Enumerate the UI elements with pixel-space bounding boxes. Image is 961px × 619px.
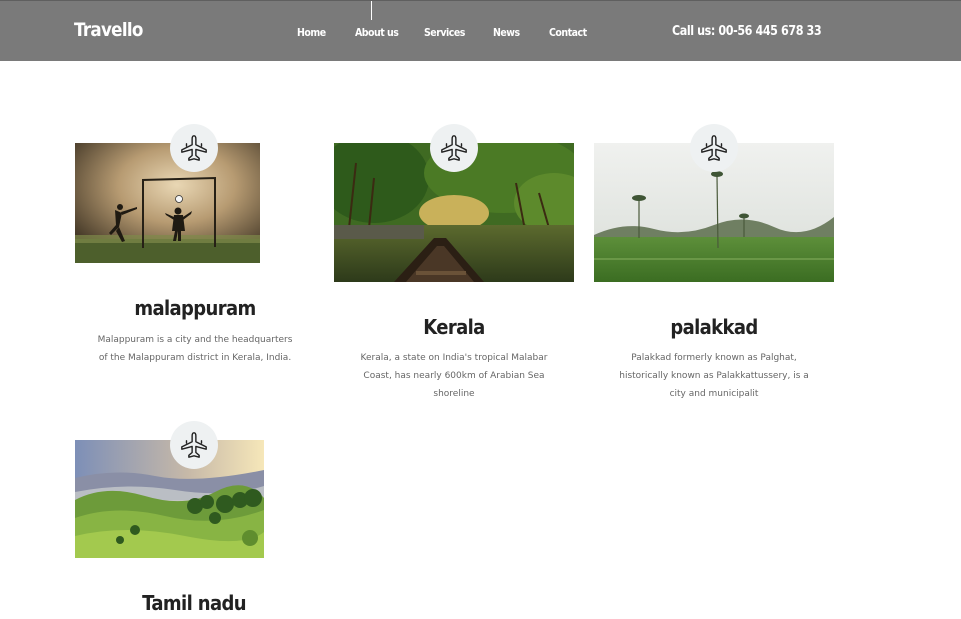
nav-news[interactable]: News (493, 26, 520, 39)
brand-logo[interactable]: Travello (74, 19, 143, 41)
destination-title[interactable]: Tamil nadu (104, 591, 284, 615)
airplane-icon (690, 124, 738, 172)
airplane-icon (170, 421, 218, 469)
nav-contact[interactable]: Contact (549, 26, 587, 39)
top-navbar: Travello Home About us Services News Con… (0, 0, 961, 61)
destination-title[interactable]: malappuram (105, 296, 285, 320)
destination-description: Palakkad formerly known as Palghat, hist… (619, 353, 809, 399)
airplane-icon (430, 124, 478, 172)
nav-services[interactable]: Services (424, 26, 465, 39)
nav-active-indicator (371, 1, 372, 20)
airplane-icon (170, 124, 218, 172)
destination-title[interactable]: Kerala (364, 315, 544, 339)
call-us-phone[interactable]: Call us: 00-56 445 678 33 (672, 24, 822, 39)
nav-about-us[interactable]: About us (355, 26, 399, 39)
nav-home[interactable]: Home (297, 26, 326, 39)
destination-title[interactable]: palakkad (624, 315, 804, 339)
destination-description: Kerala, a state on India's tropical Mala… (360, 353, 548, 399)
destination-image-football-field[interactable] (75, 143, 260, 263)
destination-description: Malappuram is a city and the headquarter… (97, 335, 293, 363)
destination-image-green-hills[interactable] (75, 440, 264, 558)
